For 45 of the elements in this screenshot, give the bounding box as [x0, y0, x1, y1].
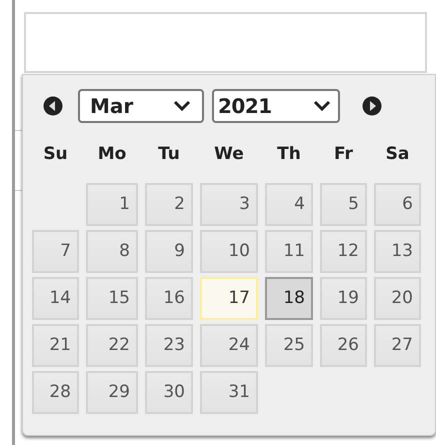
- month-select[interactable]: Mar: [78, 89, 204, 123]
- day-cell[interactable]: 31: [200, 371, 258, 414]
- day-cell[interactable]: 8: [86, 230, 138, 273]
- day-cell[interactable]: 9: [145, 230, 193, 273]
- day-cell[interactable]: 27: [374, 324, 421, 367]
- day-cell[interactable]: 29: [86, 371, 138, 414]
- year-select[interactable]: 2021: [212, 89, 340, 123]
- day-cell[interactable]: 24: [200, 324, 258, 367]
- chevron-down-icon: [312, 100, 332, 112]
- weekday-label: Sa: [384, 143, 410, 166]
- day-cell[interactable]: 18: [265, 277, 313, 320]
- day-cell[interactable]: 7: [32, 230, 79, 273]
- weekday-label: We: [213, 143, 245, 166]
- weekday-label: Su: [42, 143, 69, 166]
- day-cell[interactable]: 3: [200, 183, 258, 226]
- day-cell[interactable]: 22: [86, 324, 138, 367]
- day-cell[interactable]: 19: [320, 277, 367, 320]
- day-cell[interactable]: 4: [265, 183, 313, 226]
- day-cell[interactable]: 17: [200, 277, 258, 320]
- weekday-label: Fr: [333, 143, 354, 166]
- day-cell[interactable]: 1: [86, 183, 138, 226]
- date-field[interactable]: [24, 12, 427, 73]
- day-cell[interactable]: 13: [374, 230, 421, 273]
- day-cell[interactable]: 25: [265, 324, 313, 367]
- chevron-down-icon: [172, 100, 192, 112]
- weekday-label: Th: [276, 143, 302, 166]
- previous-month-icon[interactable]: [43, 96, 63, 116]
- day-cell[interactable]: 16: [145, 277, 193, 320]
- day-cell[interactable]: 20: [374, 277, 421, 320]
- day-cell[interactable]: 10: [200, 230, 258, 273]
- weekday-label: Mo: [96, 143, 128, 166]
- day-cell[interactable]: 26: [320, 324, 367, 367]
- day-cell[interactable]: 12: [320, 230, 367, 273]
- day-cell[interactable]: 5: [320, 183, 367, 226]
- day-cell[interactable]: 23: [145, 324, 193, 367]
- day-cell[interactable]: 6: [374, 183, 421, 226]
- weekday-label: Tu: [157, 143, 181, 166]
- day-cell[interactable]: 2: [145, 183, 193, 226]
- day-cell[interactable]: 14: [32, 277, 79, 320]
- day-cell[interactable]: 11: [265, 230, 313, 273]
- day-cell[interactable]: 21: [32, 324, 79, 367]
- next-month-icon[interactable]: [362, 96, 382, 116]
- day-cell[interactable]: 30: [145, 371, 193, 414]
- day-cell[interactable]: 28: [32, 371, 79, 414]
- day-cell[interactable]: 15: [86, 277, 138, 320]
